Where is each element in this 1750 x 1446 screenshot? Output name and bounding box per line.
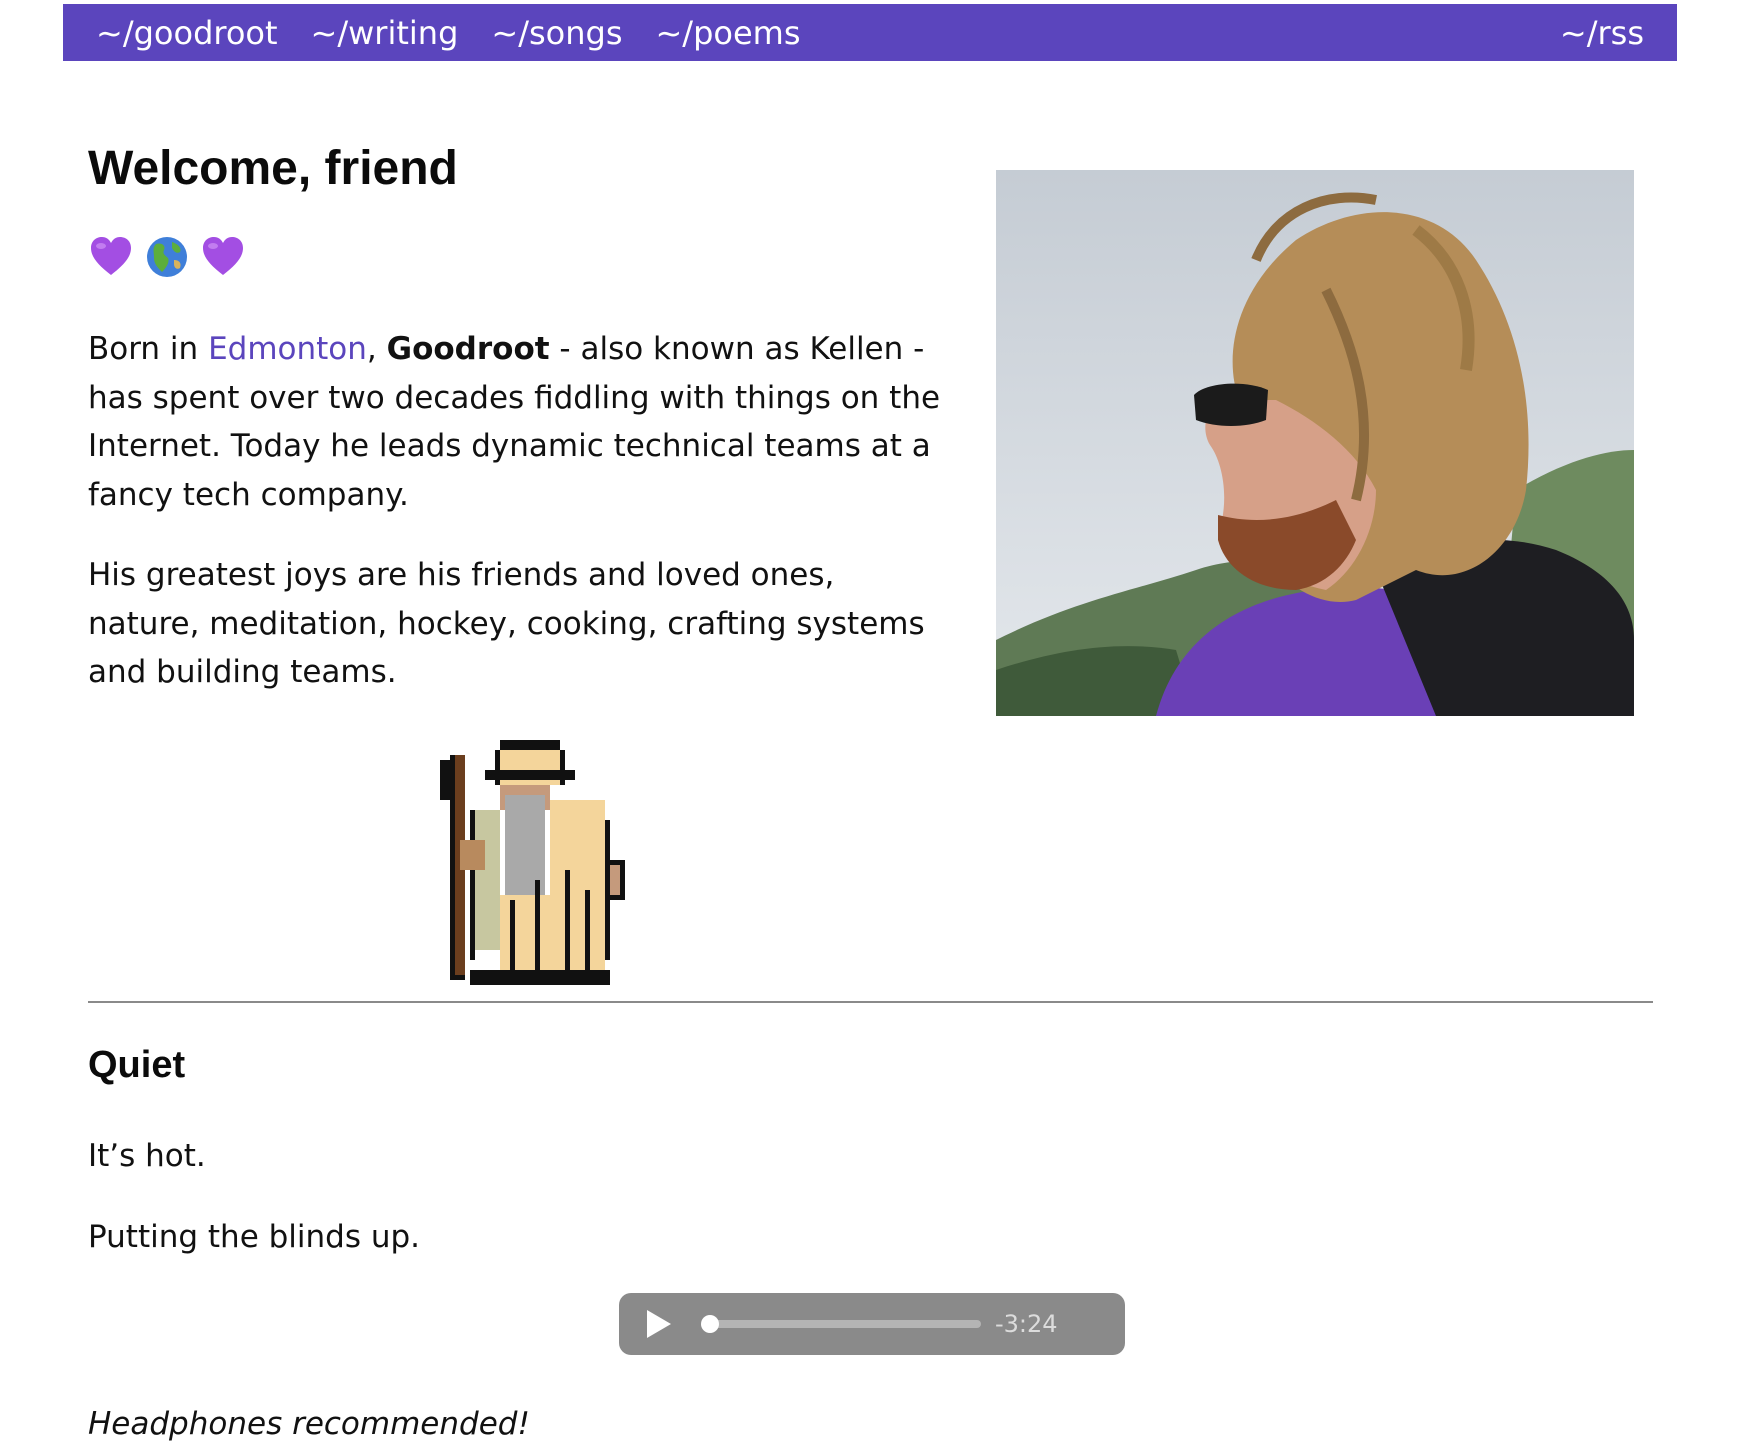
top-nav: ~/goodroot ~/writing ~/songs ~/poems ~/r…: [63, 4, 1677, 61]
nav-link-writing[interactable]: ~/writing: [311, 17, 459, 49]
bio-name: Goodroot: [386, 331, 550, 367]
nav-link-songs[interactable]: ~/songs: [491, 17, 622, 49]
play-icon[interactable]: [647, 1310, 671, 1338]
emoji-row: [88, 234, 246, 280]
audio-time-remaining: -3:24: [995, 1310, 1058, 1338]
post-line-2: Putting the blinds up.: [88, 1219, 421, 1255]
bio-text: ,: [366, 331, 387, 367]
purple-heart-icon: [91, 237, 131, 275]
bio: Born in Edmonton, Goodroot - also known …: [88, 325, 948, 729]
audio-scrubber-handle[interactable]: [701, 1315, 719, 1333]
profile-photo: [996, 170, 1634, 716]
section-divider: [88, 1001, 1653, 1003]
audio-progress-track[interactable]: [701, 1315, 981, 1333]
bio-text: Born in: [88, 331, 209, 367]
nav-link-goodroot[interactable]: ~/goodroot: [96, 17, 278, 49]
purple-heart-icon: [203, 237, 243, 275]
page-title: Welcome, friend: [88, 142, 458, 195]
nav-link-rss[interactable]: ~/rss: [1560, 17, 1644, 49]
bio-paragraph-1: Born in Edmonton, Goodroot - also known …: [88, 325, 948, 519]
headphones-note: Headphones recommended!: [88, 1406, 530, 1442]
globe-icon: [147, 237, 187, 277]
post-title: Quiet: [88, 1044, 186, 1086]
edmonton-link[interactable]: Edmonton: [208, 331, 367, 367]
nav-link-poems[interactable]: ~/poems: [655, 17, 800, 49]
wizard-sprite-icon: [440, 740, 625, 985]
audio-player: -3:24: [619, 1293, 1125, 1355]
bio-paragraph-2: His greatest joys are his friends and lo…: [88, 557, 925, 690]
post-line-1: It’s hot.: [88, 1138, 206, 1174]
